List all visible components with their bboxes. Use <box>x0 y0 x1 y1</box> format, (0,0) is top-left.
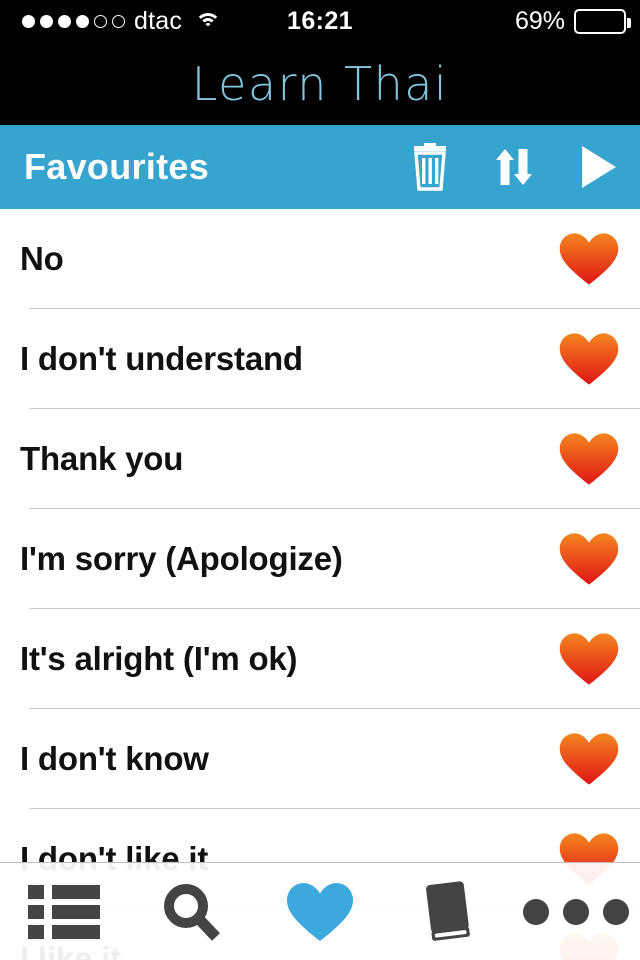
sort-button[interactable] <box>472 125 556 209</box>
list-item-label: I don't know <box>20 740 209 777</box>
tab-phrases[interactable] <box>0 863 128 960</box>
list-item-label: I'm sorry (Apologize) <box>20 540 343 577</box>
tab-bar <box>0 862 640 960</box>
play-icon <box>578 144 618 190</box>
toolbar: Favourites <box>0 125 640 209</box>
list-item-label: It's alright (I'm ok) <box>20 640 298 677</box>
list-item[interactable]: No <box>0 209 640 309</box>
more-dots-icon <box>523 898 629 925</box>
favourite-heart-icon[interactable] <box>558 231 620 287</box>
sort-arrows-icon <box>490 143 538 191</box>
tab-search[interactable] <box>128 863 256 960</box>
list-item[interactable]: It's alright (I'm ok) <box>0 609 640 709</box>
tab-favourites[interactable] <box>256 863 384 960</box>
favourite-heart-icon[interactable] <box>558 331 620 387</box>
page-title: Learn Thai <box>0 42 640 125</box>
list-item[interactable]: I don't know <box>0 709 640 809</box>
favourite-heart-icon[interactable] <box>558 731 620 787</box>
search-icon <box>161 881 223 943</box>
delete-button[interactable] <box>388 125 472 209</box>
list-item-label: I don't understand <box>20 340 303 377</box>
play-button[interactable] <box>556 125 640 209</box>
tab-more[interactable] <box>512 863 640 960</box>
book-icon <box>417 879 479 945</box>
list-item[interactable]: Thank you <box>0 409 640 509</box>
heart-icon <box>285 881 355 943</box>
battery-icon <box>574 8 631 34</box>
list-item[interactable]: I'm sorry (Apologize) <box>0 509 640 609</box>
toolbar-title: Favourites <box>24 146 210 187</box>
favourite-heart-icon[interactable] <box>558 431 620 487</box>
list-item-label: Thank you <box>20 440 184 477</box>
list-item[interactable]: I don't understand <box>0 309 640 409</box>
list-icon <box>26 881 102 943</box>
status-bar-clock: 16:21 <box>287 6 353 35</box>
app-screen: dtac 16:21 69% Learn Thai Favourites No … <box>0 0 640 960</box>
trash-icon <box>409 143 451 191</box>
favourites-list[interactable]: No I don't understand Thank you I'm sorry (… <box>0 209 640 960</box>
favourite-heart-icon[interactable] <box>558 531 620 587</box>
favourite-heart-icon[interactable] <box>558 631 620 687</box>
tab-lessons[interactable] <box>384 863 512 960</box>
status-bar: dtac 16:21 69% <box>0 0 640 42</box>
list-item-label: No <box>20 240 64 277</box>
